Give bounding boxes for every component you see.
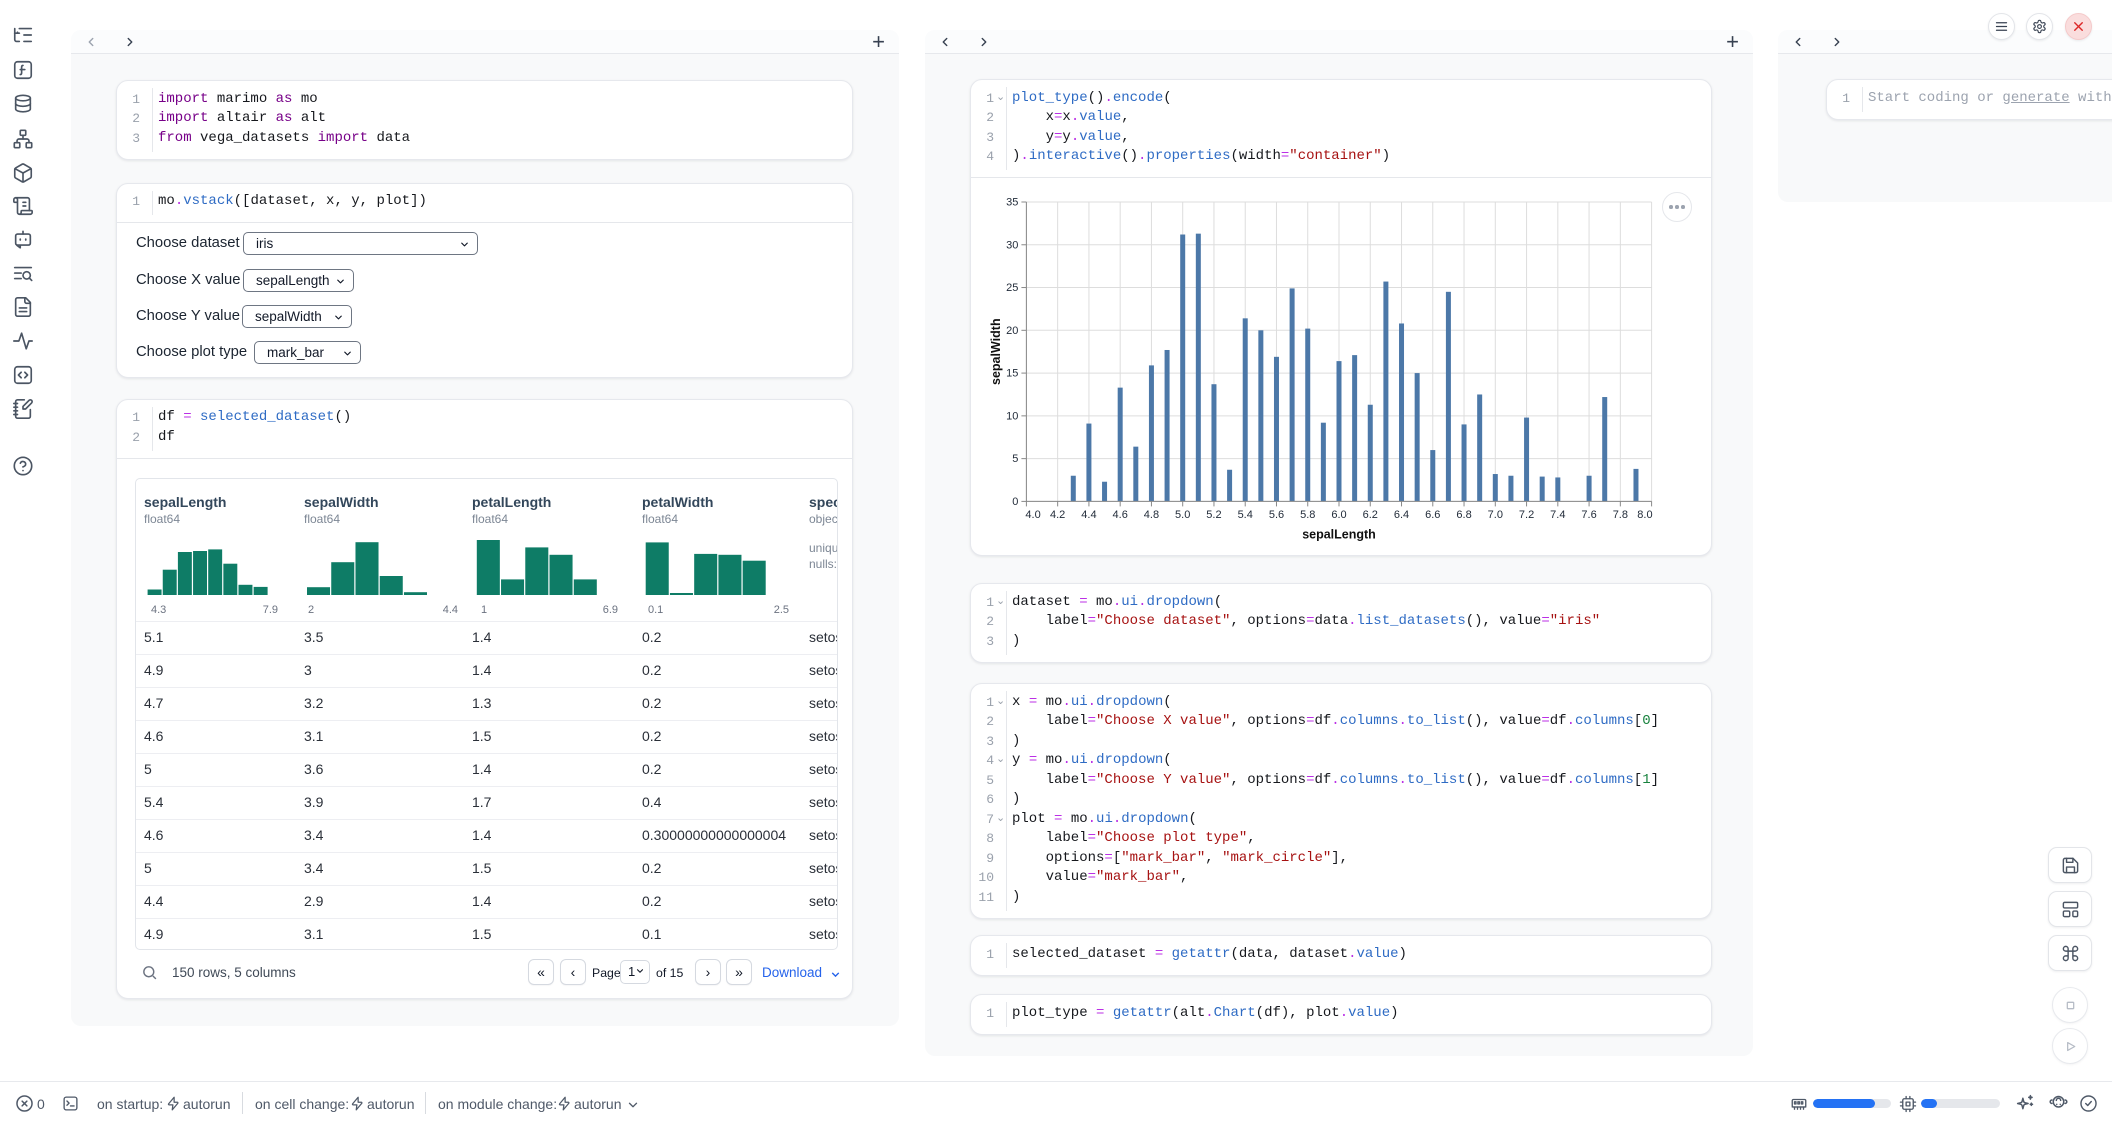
svg-text:5.8: 5.8 xyxy=(1300,509,1315,521)
svg-text:7.4: 7.4 xyxy=(1550,509,1565,521)
svg-text:20: 20 xyxy=(1006,325,1018,337)
svg-text:5.4: 5.4 xyxy=(1238,509,1253,521)
svg-text:7.0: 7.0 xyxy=(1488,509,1503,521)
svg-text:6.0: 6.0 xyxy=(1331,509,1346,521)
svg-text:15: 15 xyxy=(1006,368,1018,380)
svg-text:4.6: 4.6 xyxy=(1113,509,1128,521)
svg-text:4.8: 4.8 xyxy=(1144,509,1159,521)
svg-text:0: 0 xyxy=(1012,496,1018,508)
svg-text:6.2: 6.2 xyxy=(1363,509,1378,521)
svg-text:5.0: 5.0 xyxy=(1175,509,1190,521)
svg-text:35: 35 xyxy=(1006,197,1018,209)
svg-text:25: 25 xyxy=(1006,282,1018,294)
svg-text:5.2: 5.2 xyxy=(1206,509,1221,521)
svg-text:6.8: 6.8 xyxy=(1456,509,1471,521)
svg-text:7.2: 7.2 xyxy=(1519,509,1534,521)
svg-text:10: 10 xyxy=(1006,410,1018,422)
svg-text:sepalLength: sepalLength xyxy=(1302,527,1376,541)
svg-text:5: 5 xyxy=(1012,453,1018,465)
svg-text:7.8: 7.8 xyxy=(1613,509,1628,521)
svg-text:6.6: 6.6 xyxy=(1425,509,1440,521)
svg-text:sepalWidth: sepalWidth xyxy=(989,318,1003,385)
svg-text:5.6: 5.6 xyxy=(1269,509,1284,521)
svg-text:4.2: 4.2 xyxy=(1050,509,1065,521)
svg-text:8.0: 8.0 xyxy=(1637,509,1652,521)
svg-text:4.0: 4.0 xyxy=(1025,509,1040,521)
svg-text:4.4: 4.4 xyxy=(1081,509,1096,521)
svg-text:30: 30 xyxy=(1006,239,1018,251)
svg-text:7.6: 7.6 xyxy=(1581,509,1596,521)
svg-text:6.4: 6.4 xyxy=(1394,509,1409,521)
